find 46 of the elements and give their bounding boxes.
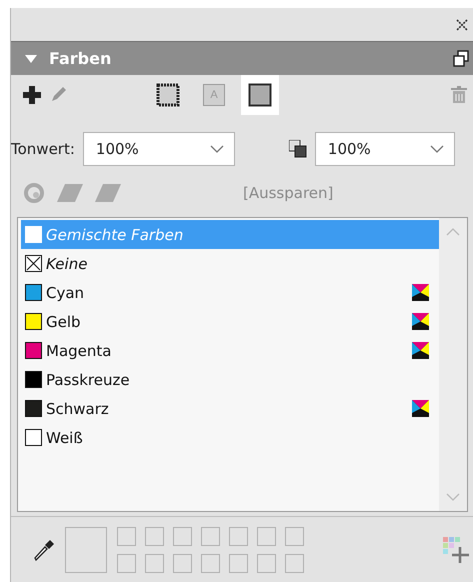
recent-color-slot[interactable] bbox=[117, 554, 136, 572]
recent-color-slot[interactable] bbox=[257, 554, 276, 572]
scroll-up-icon[interactable] bbox=[446, 228, 460, 236]
tint-dropdown[interactable]: 100% bbox=[82, 132, 235, 166]
recent-color-slot[interactable] bbox=[201, 554, 220, 572]
gradient-swirl-icon[interactable] bbox=[23, 182, 45, 204]
recent-color-slot[interactable] bbox=[229, 526, 248, 546]
recent-color-slot[interactable] bbox=[229, 554, 248, 572]
layer-icon[interactable] bbox=[95, 182, 121, 204]
tint-label: Tonwert: bbox=[11, 140, 75, 158]
panel-menu-icon[interactable] bbox=[453, 50, 469, 68]
swatch-row[interactable]: Passkreuze bbox=[21, 365, 439, 394]
current-color-swatch bbox=[65, 526, 107, 572]
swatch-row[interactable]: Magenta bbox=[21, 336, 439, 365]
scroll-down-icon[interactable] bbox=[446, 493, 460, 501]
swatch-row[interactable]: Gelb bbox=[21, 307, 439, 336]
pencil-icon[interactable] bbox=[49, 86, 67, 104]
eyedropper-icon[interactable] bbox=[33, 538, 55, 562]
chevron-down-icon bbox=[210, 145, 224, 153]
recent-color-slot[interactable] bbox=[145, 526, 164, 546]
recent-color-slot[interactable] bbox=[285, 526, 304, 546]
swatch-row[interactable]: Keine bbox=[21, 249, 439, 278]
recent-color-slot[interactable] bbox=[145, 554, 164, 572]
stroke-square-icon bbox=[156, 83, 180, 107]
recent-color-slot[interactable] bbox=[285, 554, 304, 572]
recent-color-slot[interactable] bbox=[117, 526, 136, 546]
collapse-triangle-icon[interactable] bbox=[25, 54, 37, 62]
add-swatch-grid-icon[interactable] bbox=[443, 536, 469, 562]
opacity-dropdown[interactable]: 100% bbox=[314, 132, 455, 166]
fill-mode-button[interactable] bbox=[241, 75, 279, 115]
swatch-row[interactable]: Schwarz bbox=[21, 394, 439, 423]
panel-title: Farben bbox=[49, 49, 112, 68]
recent-color-slot[interactable] bbox=[173, 554, 192, 572]
recent-color-slot[interactable] bbox=[201, 526, 220, 546]
plus-icon[interactable] bbox=[23, 86, 41, 104]
overprint-label: [Aussparen] bbox=[243, 184, 334, 202]
close-icon[interactable] bbox=[455, 18, 469, 32]
opacity-icon bbox=[288, 140, 307, 158]
chevron-down-icon bbox=[430, 145, 444, 153]
recent-color-slot[interactable] bbox=[257, 526, 276, 546]
swatch-row[interactable]: Cyan bbox=[21, 278, 439, 307]
swatch-row[interactable]: Weiß bbox=[21, 423, 439, 452]
fill-square-icon bbox=[248, 83, 272, 107]
trash-icon[interactable] bbox=[451, 86, 467, 104]
recent-color-slot[interactable] bbox=[173, 526, 192, 546]
layer-icon[interactable] bbox=[57, 182, 83, 204]
